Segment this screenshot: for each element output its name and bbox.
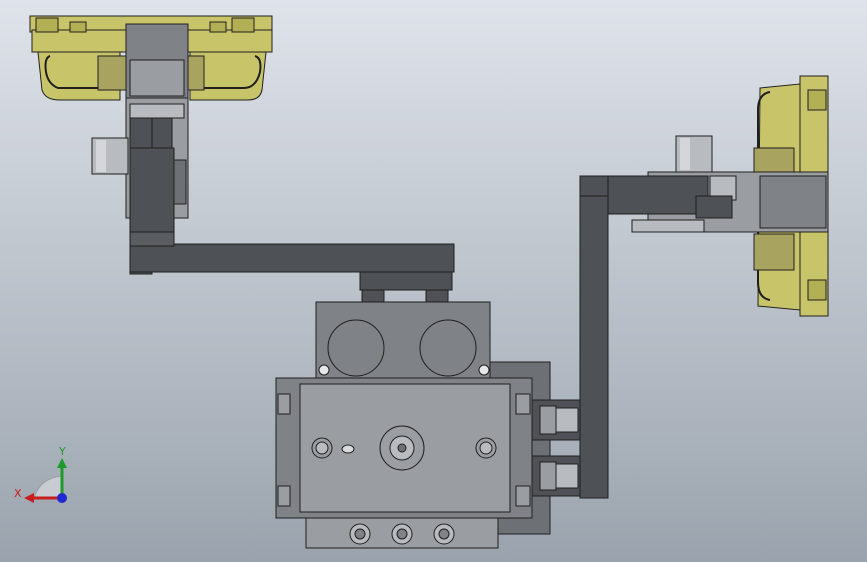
cad-viewport[interactable]: Y X [0, 0, 867, 562]
suction-cup-top-left[interactable] [29, 15, 273, 101]
actuator-main-body[interactable] [275, 377, 533, 519]
assembly-view: Y X [0, 0, 867, 562]
triad-y-label: Y [58, 445, 66, 458]
actuator-upper-block[interactable] [315, 301, 491, 379]
actuator-base-plate[interactable] [305, 517, 499, 549]
triad-x-label: X [14, 487, 22, 500]
